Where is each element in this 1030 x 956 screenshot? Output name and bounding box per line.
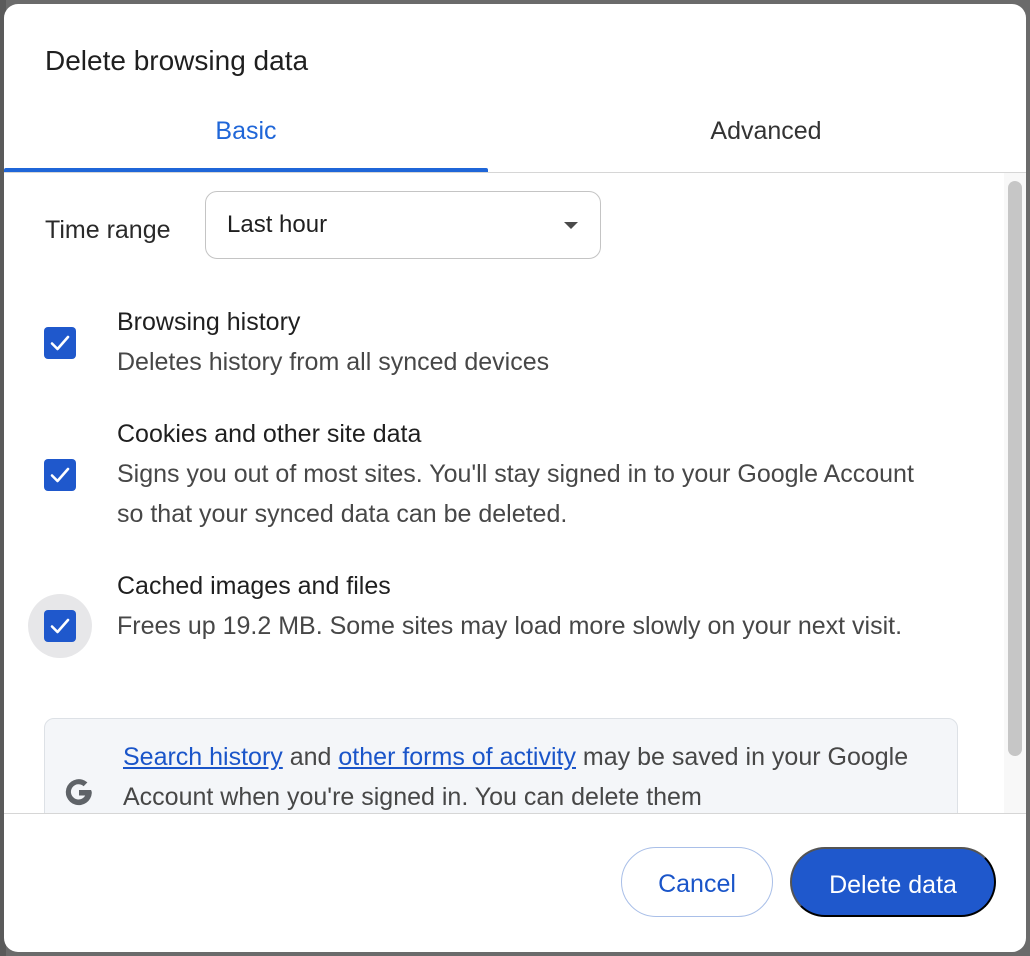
option-description: Signs you out of most sites. You'll stay…	[117, 460, 914, 528]
scroll-thumb[interactable]	[1008, 181, 1022, 756]
checkmark-icon	[50, 335, 70, 351]
cached-images-checkbox[interactable]	[44, 610, 76, 642]
cancel-button[interactable]: Cancel	[621, 847, 773, 917]
caret-down-icon	[564, 222, 578, 229]
dialog-title: Delete browsing data	[45, 45, 309, 76]
time-range-select[interactable]: Last hour	[205, 191, 601, 259]
notice-text-part: and	[282, 743, 339, 771]
google-activity-notice: Search history and other forms of activi…	[44, 718, 958, 813]
cookies-checkbox[interactable]	[44, 459, 76, 491]
delete-browsing-data-dialog: Delete browsing data Basic Advanced Time…	[4, 4, 1026, 952]
tab-advanced[interactable]: Advanced	[512, 104, 1020, 168]
delete-data-button[interactable]: Delete data	[790, 847, 996, 917]
option-title: Browsing history	[117, 308, 301, 336]
time-range-value: Last hour	[227, 211, 328, 238]
option-description: Deletes history from all synced devices	[117, 348, 550, 376]
tab-basic[interactable]: Basic	[4, 104, 488, 168]
checkmark-icon	[50, 618, 70, 634]
dialog-content[interactable]: Time range Last hour Browsing history De…	[4, 173, 1004, 813]
time-range-label: Time range	[45, 216, 171, 244]
tab-bar: Basic Advanced	[4, 104, 1026, 172]
footer-divider	[4, 813, 1026, 814]
browsing-history-checkbox[interactable]	[44, 327, 76, 359]
checkmark-icon	[50, 467, 70, 483]
option-description: Frees up 19.2 MB. Some sites may load mo…	[117, 612, 903, 640]
google-g-icon	[65, 779, 92, 806]
content-scrollbar[interactable]	[1004, 173, 1026, 813]
other-activity-link[interactable]: other forms of activity	[338, 743, 576, 771]
option-title: Cookies and other site data	[117, 420, 422, 448]
option-title: Cached images and files	[117, 572, 391, 600]
search-history-link[interactable]: Search history	[123, 743, 283, 771]
notice-text: Search history and other forms of activi…	[123, 737, 933, 813]
